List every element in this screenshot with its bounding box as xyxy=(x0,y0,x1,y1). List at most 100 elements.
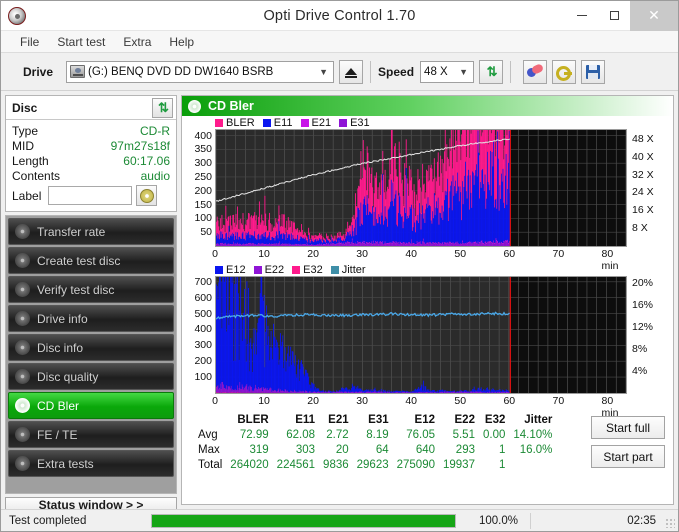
x-axis-tick-label: 60 xyxy=(503,248,516,260)
disc-icon xyxy=(15,340,30,355)
y-axis-tick-label: 100 xyxy=(194,212,212,225)
sidebar-item-create-test-disc[interactable]: Create test disc xyxy=(8,247,174,274)
y-axis-tick-label: 100 xyxy=(194,371,212,384)
disc-row-value: audio xyxy=(140,168,170,183)
e12-chart-plot[interactable] xyxy=(215,276,627,394)
disc-panel-title: Disc xyxy=(12,100,38,115)
disc-icon xyxy=(15,311,30,326)
sidebar-item-extra-tests[interactable]: Extra tests xyxy=(8,450,174,477)
x-axis-tick-label: 0 xyxy=(212,395,218,407)
bler-chart-plot[interactable] xyxy=(215,129,627,247)
table-cell: 9836 xyxy=(323,458,349,471)
compact-disc-icon xyxy=(139,188,154,203)
legend-label: BLER xyxy=(226,116,255,129)
x-axis-tick-label: 30 xyxy=(356,248,368,260)
x-axis-tick-label: 30 xyxy=(356,395,368,407)
menu-start-test[interactable]: Start test xyxy=(48,33,114,51)
table-cell: 5.51 xyxy=(452,428,475,441)
sidebar-item-transfer-rate[interactable]: Transfer rate xyxy=(8,218,174,245)
disc-refresh-button[interactable]: ⇅ xyxy=(152,97,173,118)
menu-file[interactable]: File xyxy=(11,33,48,51)
start-part-button[interactable]: Start part xyxy=(591,445,665,468)
legend-label: Jitter xyxy=(341,263,366,276)
table-row-header: Max xyxy=(198,443,220,456)
test-nav-list: Transfer rate Create test disc Verify te… xyxy=(5,215,177,494)
legend-label: E31 xyxy=(350,116,370,129)
table-cell: 16.0% xyxy=(519,443,553,456)
sidebar-item-label: Disc info xyxy=(37,340,84,355)
x-axis-tick-label: 20 xyxy=(307,395,319,407)
menu-extra[interactable]: Extra xyxy=(114,33,160,51)
table-body: Avg 72.99 62.08 2.72 8.19 76.05 5.51 0.00 14.10%… xyxy=(196,427,556,472)
disc-icon xyxy=(15,282,30,297)
e12-chart-legend: E12 E22 E32 Jitter xyxy=(182,263,673,276)
sidebar-item-cd-bler[interactable]: CD Bler xyxy=(8,392,174,419)
secondary-axis-tick-label: 4% xyxy=(632,364,648,377)
status-text: Test completed xyxy=(9,514,87,527)
erase-button[interactable] xyxy=(523,59,548,84)
legend-swatch xyxy=(253,265,262,274)
bler-chart: BLER E11 E21 E31 50 100 150 200 250 300 350 400 8 … xyxy=(182,116,673,273)
y-axis-tick-label: 400 xyxy=(194,323,212,336)
disc-icon xyxy=(15,398,30,413)
table-cell: 1 xyxy=(498,443,506,456)
secondary-axis-tick-label: 16% xyxy=(632,298,654,311)
table-row: Avg 72.99 62.08 2.72 8.19 76.05 5.51 0.00 14.10% xyxy=(196,427,556,442)
drive-label: Drive xyxy=(23,64,54,79)
table-cell: 303 xyxy=(295,443,316,456)
disc-label-row: Label xyxy=(12,185,170,206)
y-axis-tick-label: 200 xyxy=(194,184,212,197)
e12-chart: E12 E22 E32 Jitter 100 200 300 400 500 600 700 4%… xyxy=(182,263,673,420)
refresh-button[interactable]: ⇅ xyxy=(479,59,504,84)
table-cell: 64 xyxy=(375,443,389,456)
table-cell: 20 xyxy=(335,443,349,456)
secondary-axis-tick-label: 8% xyxy=(632,342,648,355)
legend-swatch xyxy=(262,118,271,127)
sidebar-item-verify-test-disc[interactable]: Verify test disc xyxy=(8,276,174,303)
eject-button[interactable] xyxy=(339,59,364,84)
x-axis-tick-label: 40 xyxy=(405,248,418,260)
sidebar-item-label: Disc quality xyxy=(37,369,99,384)
start-full-button[interactable]: Start full xyxy=(591,416,665,439)
main-area: Disc ⇅ Type CD-R MID 97m27s18f Length 60… xyxy=(1,91,678,513)
sidebar-item-disc-info[interactable]: Disc info xyxy=(8,334,174,361)
bler-chart-y-axis: 50 100 150 200 250 300 350 400 xyxy=(182,129,215,247)
sidebar-item-fe-te[interactable]: FE / TE xyxy=(8,421,174,448)
sidebar-item-disc-quality[interactable]: Disc quality xyxy=(8,363,174,390)
bler-chart-speed-axis: 8 X 16 X 24 X 32 X 40 X 48 X xyxy=(627,129,673,247)
e12-chart-y-axis: 100 200 300 400 500 600 700 xyxy=(182,276,215,394)
speed-select[interactable]: 48 X ▼ xyxy=(420,60,475,83)
save-button[interactable] xyxy=(581,59,606,84)
table-column-header: E22 xyxy=(454,413,475,426)
key-button[interactable] xyxy=(552,59,577,84)
table-cell: 62.08 xyxy=(286,428,316,441)
read-label-button[interactable] xyxy=(136,185,158,206)
legend-swatch xyxy=(300,118,309,127)
table-row: Max 319 303 20 64 640 293 1 16.0% xyxy=(196,442,556,457)
disc-label-input[interactable] xyxy=(48,186,133,205)
progress-percent: 100.0% xyxy=(478,514,518,527)
menu-help[interactable]: Help xyxy=(160,33,203,51)
sidebar-item-label: Create test disc xyxy=(37,253,121,268)
disc-icon xyxy=(15,456,30,471)
disc-row-value: CD-R xyxy=(140,123,170,138)
table-cell: 8.19 xyxy=(366,428,389,441)
statistics-area: BLER E11 E21 E31 E12 E22 E32 Jitter Avg 72.99 62.… xyxy=(182,410,673,472)
legend-swatch xyxy=(215,118,223,127)
disc-row-contents: Contents audio xyxy=(12,168,170,183)
disc-icon xyxy=(15,224,30,239)
disc-icon xyxy=(188,99,201,113)
table-cell: 319 xyxy=(249,443,269,456)
y-axis-tick-label: 500 xyxy=(194,307,212,320)
secondary-axis-tick-label: 40 X xyxy=(632,150,654,163)
x-axis-tick-label: 70 xyxy=(552,395,565,407)
table-cell: 293 xyxy=(455,443,475,456)
table-column-header: E31 xyxy=(368,413,389,426)
secondary-axis-tick-label: 48 X xyxy=(632,132,654,145)
sidebar-item-drive-info[interactable]: Drive info xyxy=(8,305,174,332)
resize-grip[interactable] xyxy=(665,518,675,528)
eject-icon xyxy=(345,68,358,78)
speed-label: Speed xyxy=(378,64,415,79)
drive-select[interactable]: (G:) BENQ DVD DD DW1640 BSRB ▼ xyxy=(66,60,335,83)
legend-label: E32 xyxy=(303,263,323,276)
